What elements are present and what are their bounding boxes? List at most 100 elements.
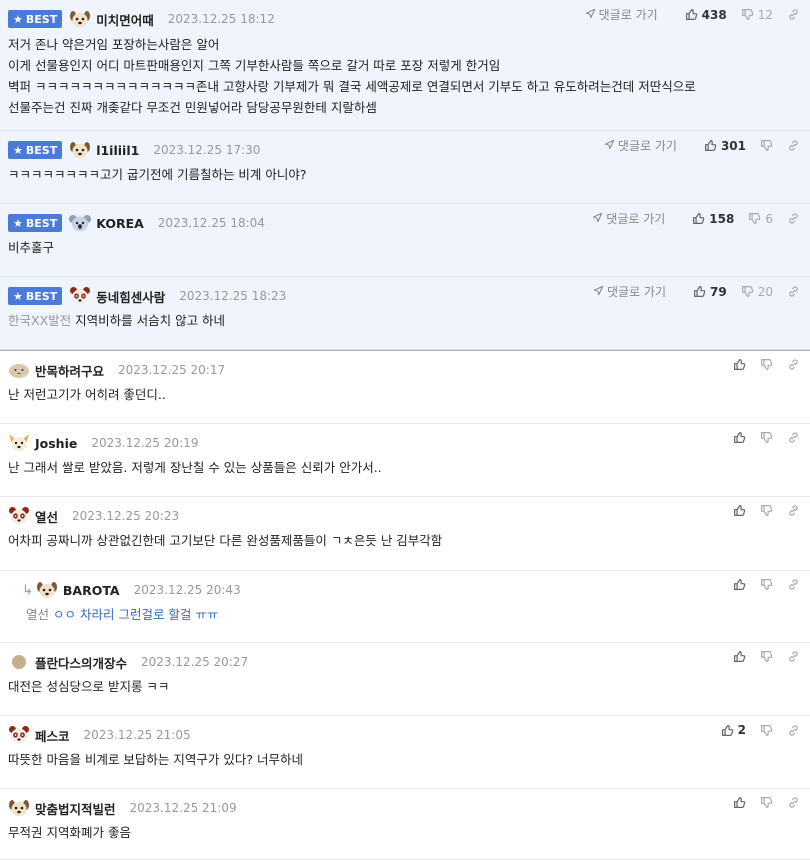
thumbs-down-icon: [760, 796, 773, 809]
copy-link-button[interactable]: [787, 285, 800, 298]
downvote-button[interactable]: [760, 578, 773, 591]
downvote-button[interactable]: 6: [748, 212, 773, 226]
avatar[interactable]: [69, 140, 91, 160]
go-to-reply-link[interactable]: 댓글로 가기: [593, 283, 666, 300]
link-icon: [787, 139, 800, 152]
comment-date: 2023.12.25 21:09: [129, 801, 237, 815]
upvote-button[interactable]: 438: [685, 8, 727, 22]
comment-header: ★ BEST l1iliil1 2023.12.25 17:30: [8, 140, 260, 160]
avatar[interactable]: [8, 725, 30, 745]
send-icon: [592, 212, 603, 226]
downvote-button[interactable]: [760, 504, 773, 517]
downvote-button[interactable]: [760, 358, 773, 371]
thumbs-down-icon: [760, 578, 773, 591]
author-name[interactable]: 미치면어때: [96, 10, 154, 29]
go-to-reply-label: 댓글로 가기: [617, 139, 677, 153]
downvote-button[interactable]: [760, 431, 773, 444]
mention-tag[interactable]: 한국XX발전: [8, 313, 71, 328]
mention-tag[interactable]: 열선: [26, 607, 49, 622]
avatar[interactable]: [8, 798, 30, 818]
comment-actions: [719, 578, 800, 591]
go-to-reply-link[interactable]: 댓글로 가기: [604, 137, 677, 154]
comment: 반목하려구요 2023.12.25 20:17 난 저런고기가 어히려 좋던디..: [0, 350, 810, 424]
avatar[interactable]: [69, 286, 91, 306]
downvote-button[interactable]: [760, 796, 773, 809]
author-name[interactable]: 플란다스의개장수: [35, 653, 127, 672]
link-icon: [787, 8, 800, 21]
avatar[interactable]: [36, 580, 58, 600]
thumbs-down-icon: [748, 212, 761, 225]
author-name[interactable]: Joshie: [35, 436, 77, 451]
best-badge-label: BEST: [25, 12, 58, 26]
author-name[interactable]: KOREA: [96, 216, 144, 231]
upvote-button[interactable]: 301: [704, 139, 746, 153]
upvote-button[interactable]: 158: [692, 212, 734, 226]
upvote-button[interactable]: [733, 504, 746, 517]
comment-text: 대전은 성심당으로 받지롱 ㅋㅋ: [8, 679, 170, 694]
copy-link-button[interactable]: [787, 431, 800, 444]
send-icon: [593, 285, 604, 299]
author-name[interactable]: 열선: [35, 507, 58, 526]
copy-link-button[interactable]: [787, 724, 800, 737]
avatar[interactable]: [69, 213, 92, 233]
comment-body: 저거 존나 약은거임 포장하는사람은 알어 이게 선물용인지 어디 마트판매용인지…: [8, 34, 696, 118]
downvote-button[interactable]: [760, 139, 773, 152]
author-name[interactable]: 페스코: [35, 726, 70, 745]
comment-body: 비추홀구: [8, 237, 54, 258]
author-name[interactable]: 반목하려구요: [35, 361, 104, 380]
thumbs-down-icon: [760, 504, 773, 517]
copy-link-button[interactable]: [787, 8, 800, 21]
comment-actions: [719, 796, 800, 809]
avatar[interactable]: [8, 652, 30, 672]
copy-link-button[interactable]: [787, 578, 800, 591]
copy-link-button[interactable]: [787, 139, 800, 152]
comment-text: 선물주는건 진짜 개좆같다 무조건 민원넣어라 담당공무원한테 지랄하셈: [8, 100, 377, 115]
link-icon: [787, 796, 800, 809]
avatar[interactable]: [8, 433, 30, 453]
comment-actions: 댓글로 가기 301: [604, 137, 800, 154]
comment-text: 지역비하를 서슴치 않고 하네: [75, 313, 226, 328]
avatar[interactable]: [8, 506, 30, 526]
copy-link-button[interactable]: [787, 212, 800, 225]
comment-header: ★ BEST 동네힘센사람 2023.12.25 18:23: [8, 286, 286, 306]
thumbs-down-icon: [760, 724, 773, 737]
author-name[interactable]: l1iliil1: [96, 143, 139, 158]
comment-actions: [719, 431, 800, 444]
upvote-button[interactable]: [733, 796, 746, 809]
author-name[interactable]: 맞춤법지적빌런: [35, 799, 116, 818]
upvote-button-count: 158: [709, 211, 735, 226]
avatar[interactable]: [8, 360, 30, 380]
downvote-button[interactable]: 12: [741, 8, 773, 22]
comment-header: ↳ BAROTA 2023.12.25 20:43: [22, 580, 241, 600]
copy-link-button[interactable]: [787, 504, 800, 517]
avatar[interactable]: [69, 9, 91, 29]
upvote-button-count: 438: [701, 7, 727, 22]
author-name[interactable]: 동네힘센사람: [96, 287, 165, 306]
comment-body: 무적권 지역화폐가 좋음: [8, 822, 131, 843]
upvote-button[interactable]: 2: [721, 723, 746, 737]
upvote-button[interactable]: [733, 431, 746, 444]
upvote-button[interactable]: [733, 358, 746, 371]
upvote-button[interactable]: 79: [693, 285, 727, 299]
best-comment: ★ BEST 미치면어때 2023.12.25 18:12 댓글로 가기 438 12 저거 …: [0, 0, 810, 131]
go-to-reply-link[interactable]: 댓글로 가기: [585, 6, 658, 23]
downvote-button[interactable]: [760, 650, 773, 663]
copy-link-button[interactable]: [787, 796, 800, 809]
upvote-button[interactable]: [733, 650, 746, 663]
best-badge: ★ BEST: [8, 287, 63, 305]
comment-header: 페스코 2023.12.25 21:05: [8, 725, 191, 745]
thumbs-up-icon: [733, 650, 746, 663]
comment-date: 2023.12.25 21:05: [83, 728, 191, 742]
downvote-button-count: 12: [757, 7, 773, 22]
downvote-button[interactable]: [760, 724, 773, 737]
upvote-button[interactable]: [733, 578, 746, 591]
link-icon: [787, 212, 800, 225]
author-name[interactable]: BAROTA: [63, 583, 120, 598]
copy-link-button[interactable]: [787, 358, 800, 371]
comment-actions: [719, 650, 800, 663]
go-to-reply-link[interactable]: 댓글로 가기: [592, 210, 665, 227]
thumbs-up-icon: [685, 8, 698, 21]
downvote-button[interactable]: 20: [741, 285, 773, 299]
copy-link-button[interactable]: [787, 650, 800, 663]
link-icon: [787, 504, 800, 517]
